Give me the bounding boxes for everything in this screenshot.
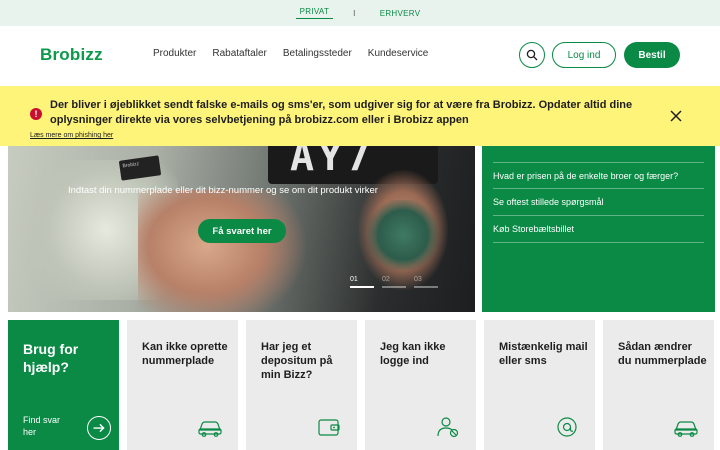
site-header: Brobizz Produkter Rabataftaler Betalings… bbox=[0, 26, 720, 86]
tile-title: Sådan ændrer du nummerplade bbox=[618, 341, 707, 367]
slide-dot-1[interactable]: 01 bbox=[350, 276, 374, 288]
tile-deposit[interactable]: Har jeg et depositum på min Bizz? bbox=[246, 320, 357, 450]
tile-cannot-login[interactable]: Jeg kan ikke logge ind bbox=[365, 320, 476, 450]
segment-business-link[interactable]: ERHVERV bbox=[376, 9, 425, 18]
car-icon bbox=[674, 421, 698, 437]
nav-item-kundeservice[interactable]: Kundeservice bbox=[368, 48, 429, 59]
nav-item-produkter[interactable]: Produkter bbox=[153, 48, 196, 59]
cloth-image bbox=[368, 200, 438, 270]
search-button[interactable] bbox=[519, 42, 545, 68]
faq-item-storebaelt-ticket[interactable]: Køb Storebæltsbillet bbox=[493, 216, 704, 243]
hero-cta-button[interactable]: Få svaret her bbox=[198, 219, 286, 243]
phishing-alert-banner: ! Der bliver i øjeblikket sendt falske e… bbox=[0, 86, 720, 146]
brobizz-logo[interactable]: Brobizz bbox=[40, 45, 103, 65]
search-icon bbox=[526, 49, 538, 61]
help-tile-title: Brug for hjælp? bbox=[23, 341, 79, 375]
tile-title: Jeg kan ikke logge ind bbox=[380, 341, 446, 367]
segment-separator: I bbox=[353, 8, 356, 18]
arrow-right-icon[interactable] bbox=[87, 416, 111, 440]
at-sign-icon bbox=[557, 417, 577, 437]
close-icon[interactable] bbox=[668, 108, 684, 124]
main-nav: Produkter Rabataftaler Betalingssteder K… bbox=[153, 48, 428, 59]
nav-item-betalingssteder[interactable]: Betalingssteder bbox=[283, 48, 352, 59]
help-tile[interactable]: Brug for hjælp? Find svar her bbox=[8, 320, 119, 450]
hero-subtitle: Indtast din nummerplade eller dit bizz-n… bbox=[68, 185, 378, 196]
order-button[interactable]: Bestil bbox=[624, 42, 680, 68]
faq-item-prices[interactable]: Hvad er prisen på de enkelte broer og fæ… bbox=[493, 162, 704, 189]
segment-private-link[interactable]: PRIVAT bbox=[295, 7, 334, 19]
slide-indicator: 01 02 03 bbox=[350, 276, 438, 288]
slide-dot-3[interactable]: 03 bbox=[414, 276, 438, 288]
user-blocked-icon bbox=[437, 417, 459, 438]
login-button[interactable]: Log ind bbox=[552, 42, 616, 68]
tile-suspicious-mail[interactable]: Mistænkelig mail eller sms bbox=[484, 320, 595, 450]
faq-panel: Hvad er prisen på de enkelte broer og fæ… bbox=[482, 140, 715, 312]
segment-switcher: PRIVAT I ERHVERV bbox=[0, 0, 720, 26]
alert-message: Der bliver i øjeblikket sendt falske e-m… bbox=[50, 99, 633, 126]
wallet-icon bbox=[318, 419, 340, 436]
car-icon bbox=[198, 421, 222, 437]
faq-item-common-questions[interactable]: Se oftest stillede spørgsmål bbox=[493, 189, 704, 216]
hand-image bbox=[138, 190, 308, 312]
find-answer-label: Find svar her bbox=[23, 415, 61, 437]
tile-title: Har jeg et depositum på min Bizz? bbox=[261, 341, 333, 381]
tile-title: Kan ikke oprette nummerplade bbox=[142, 341, 228, 367]
tile-cannot-create-plate[interactable]: Kan ikke oprette nummerplade bbox=[127, 320, 238, 450]
warning-icon: ! bbox=[30, 108, 42, 120]
tile-title: Mistænkelig mail eller sms bbox=[499, 341, 588, 367]
nav-item-rabataftaler[interactable]: Rabataftaler bbox=[212, 48, 266, 59]
tile-change-plate[interactable]: Sådan ændrer du nummerplade bbox=[603, 320, 714, 450]
phishing-info-link[interactable]: Læs mere om phishing her bbox=[30, 132, 113, 139]
hero-banner: AY7 Brobizz Indtast din nummerplade elle… bbox=[8, 140, 475, 312]
slide-dot-2[interactable]: 02 bbox=[382, 276, 406, 288]
